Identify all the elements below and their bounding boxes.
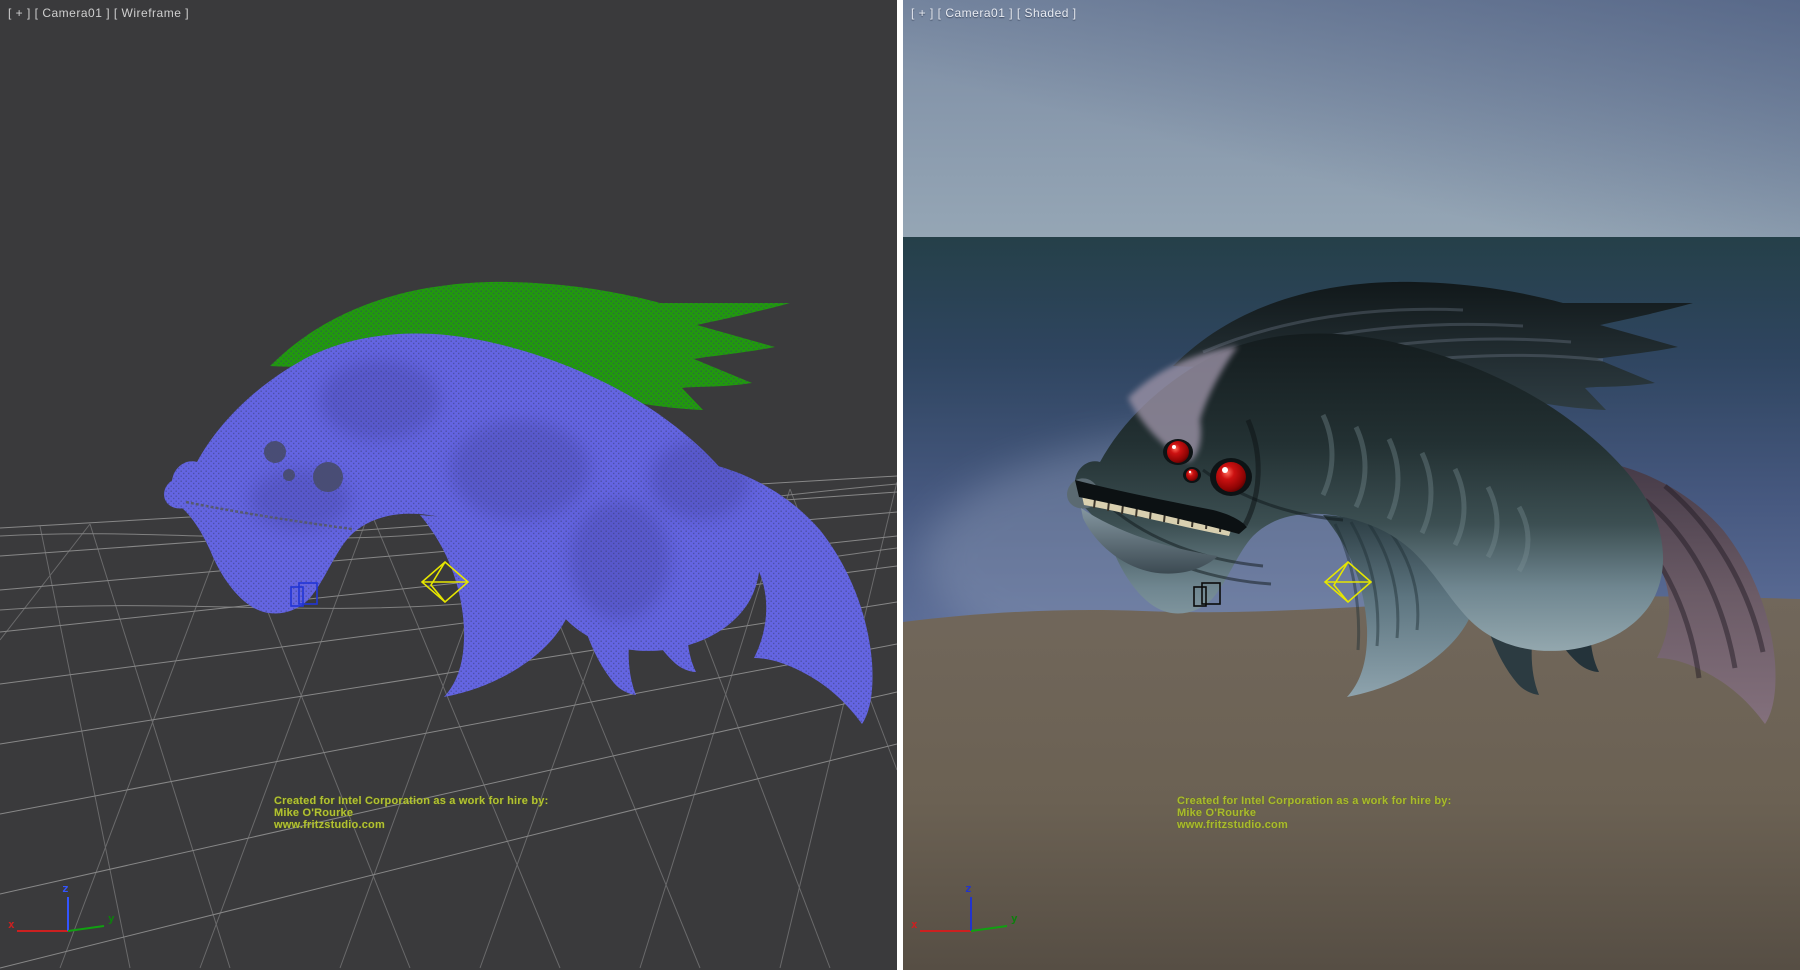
axis-y-line [68,926,104,931]
axis-y-line [971,926,1007,931]
viewport-label-shaded[interactable]: [ + ] [ Camera01 ] [ Shaded ] [911,6,1077,20]
annotation-line-3: www.fritzstudio.com [274,819,548,831]
viewport-wireframe[interactable]: [ + ] [ Camera01 ] [ Wireframe ] [0,0,897,970]
wireframe-stipple-texture [130,260,890,740]
copyright-annotation: Created for Intel Corporation as a work … [274,795,548,831]
axis-y-label: y [1011,912,1018,925]
axis-y-label: y [108,912,115,925]
annotation-line-1: Created for Intel Corporation as a work … [274,795,548,807]
annotation-line-3: www.fritzstudio.com [1177,819,1451,831]
world-axis-tripod: x z y [903,880,1033,950]
max-two-viewport-window: [ + ] [ Camera01 ] [ Wireframe ] [0,0,1800,978]
axis-x-label: x [911,918,918,931]
copyright-annotation: Created for Intel Corporation as a work … [1177,795,1451,831]
viewport-label-wireframe[interactable]: [ + ] [ Camera01 ] [ Wireframe ] [8,6,189,20]
annotation-line-2: Mike O'Rourke [274,807,548,819]
viewport-shaded[interactable]: [ + ] [ Camera01 ] [ Shaded ] [903,0,1800,970]
fish-model-wireframe[interactable] [130,260,890,740]
annotation-line-2: Mike O'Rourke [1177,807,1451,819]
axis-x-label: x [8,918,15,931]
annotation-line-1: Created for Intel Corporation as a work … [1177,795,1451,807]
axis-z-label: z [62,882,69,895]
axis-z-label: z [965,882,972,895]
world-axis-tripod: x z y [0,880,130,950]
sky-corner-shade [903,0,1800,237]
